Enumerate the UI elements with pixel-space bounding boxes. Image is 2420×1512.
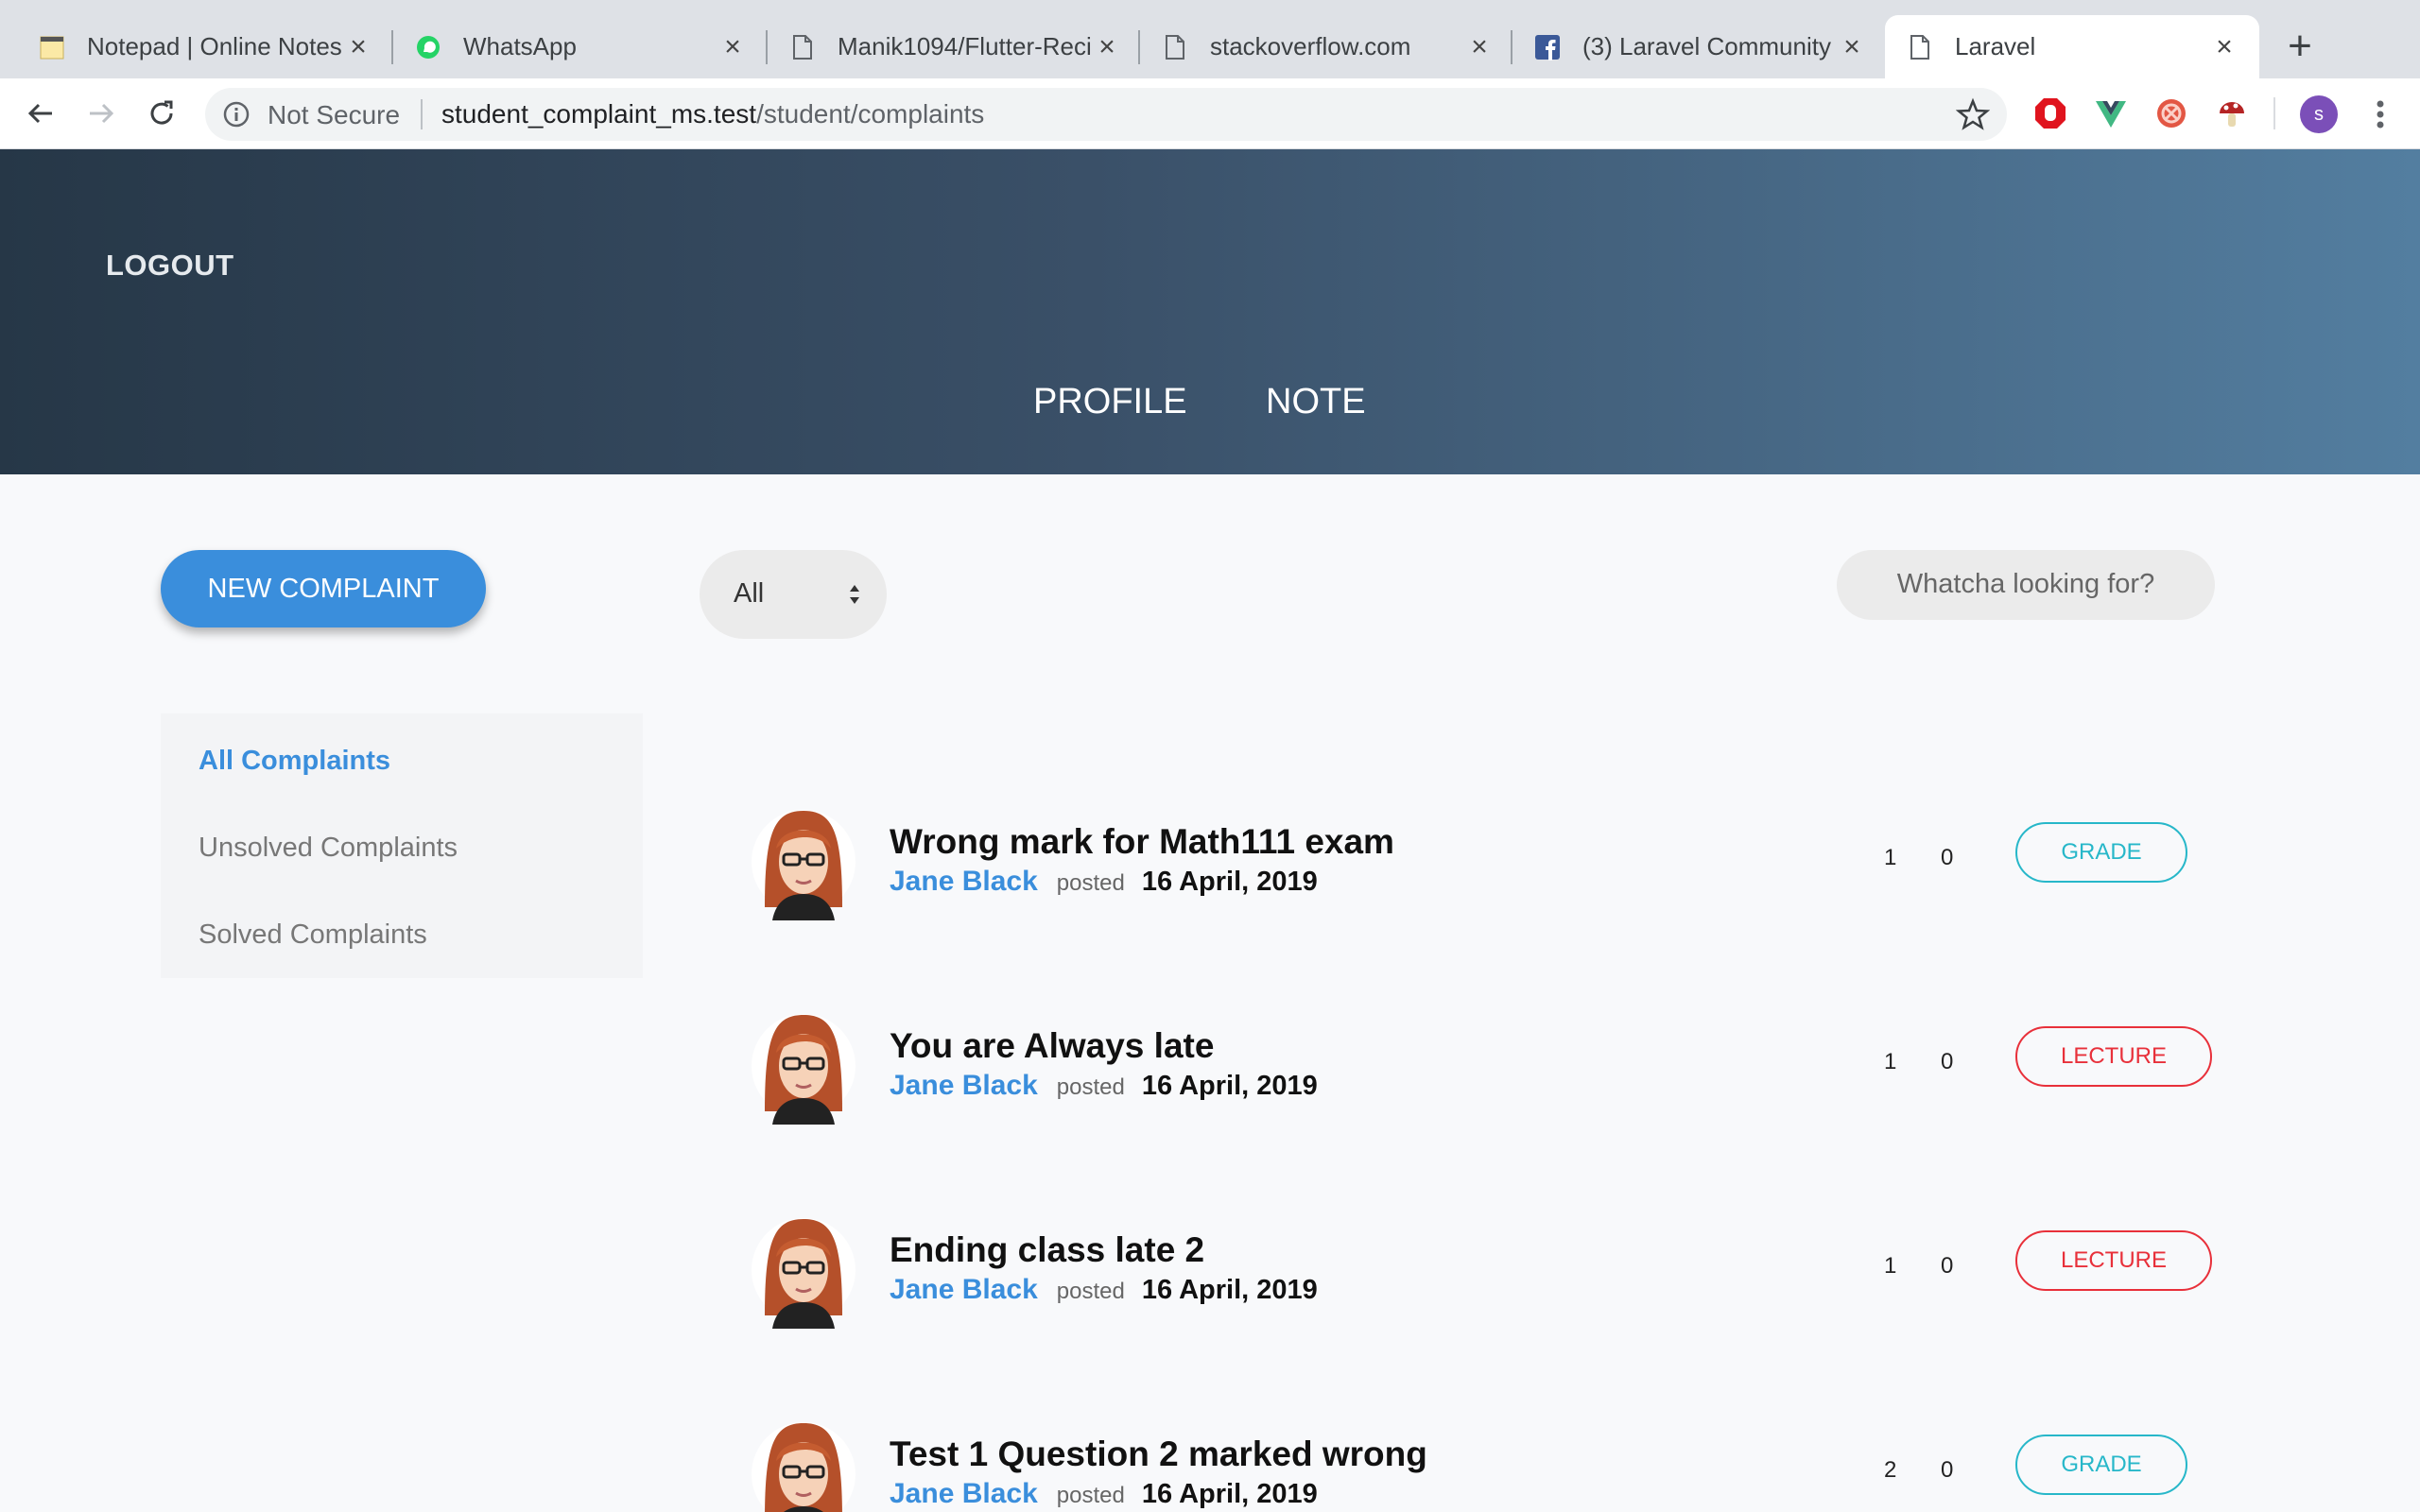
site-header: LOGOUT PROFILE NOTE bbox=[0, 149, 2420, 474]
category-badge[interactable]: LECTURE bbox=[2015, 1230, 2212, 1291]
search-placeholder: Whatcha looking for? bbox=[1896, 569, 2155, 599]
close-icon[interactable]: × bbox=[344, 31, 372, 63]
category-badge[interactable]: LECTURE bbox=[2015, 1026, 2212, 1087]
extension-icon[interactable] bbox=[2154, 96, 2188, 130]
tab-laravel[interactable]: Laravel × bbox=[1885, 15, 2259, 78]
posted-label: posted bbox=[1056, 870, 1125, 896]
complaint-title[interactable]: Ending class late 2 bbox=[890, 1230, 1204, 1270]
tab-title: Notepad | Online Notes bbox=[87, 32, 342, 60]
tab-notepad[interactable]: Notepad | Online Notes × bbox=[17, 15, 393, 78]
posted-date: 16 April, 2019 bbox=[1141, 1479, 1318, 1509]
page-icon bbox=[1161, 33, 1189, 61]
sidebar-item-solved-complaints[interactable]: Solved Complaints bbox=[199, 919, 427, 951]
author-name[interactable]: Jane Black bbox=[890, 1070, 1038, 1101]
tab-title: Laravel bbox=[1955, 32, 2036, 60]
tab-laravel-community[interactable]: (3) Laravel Community × bbox=[1512, 15, 1887, 78]
avatar bbox=[752, 810, 856, 920]
browser-tab-strip: Notepad | Online Notes × WhatsApp × Mani… bbox=[0, 0, 2420, 78]
complaint-row[interactable]: You are Always late Jane Black posted 16 A… bbox=[752, 1007, 2226, 1149]
complaint-row[interactable]: Wrong mark for Math111 exam Jane Black po… bbox=[752, 803, 2226, 945]
category-badge[interactable]: GRADE bbox=[2015, 1435, 2187, 1495]
logout-link[interactable]: LOGOUT bbox=[106, 249, 234, 283]
sidebar-item-all-complaints[interactable]: All Complaints bbox=[199, 746, 390, 777]
posted-label: posted bbox=[1056, 1279, 1125, 1304]
complaint-title[interactable]: Wrong mark for Math111 exam bbox=[890, 822, 1394, 862]
tab-whatsapp[interactable]: WhatsApp × bbox=[393, 15, 768, 78]
url-path: /student/complaints bbox=[756, 99, 985, 129]
facebook-icon bbox=[1533, 33, 1562, 61]
address-divider bbox=[421, 99, 423, 129]
filter-select[interactable]: All bbox=[700, 550, 887, 639]
info-icon[interactable] bbox=[222, 100, 251, 129]
back-arrow-icon[interactable] bbox=[19, 92, 62, 135]
author-name[interactable]: Jane Black bbox=[890, 866, 1038, 897]
search-input[interactable]: Whatcha looking for? bbox=[1837, 550, 2215, 620]
close-icon[interactable]: × bbox=[718, 31, 747, 63]
tab-title: WhatsApp bbox=[463, 32, 577, 60]
reload-icon[interactable] bbox=[140, 92, 183, 135]
adblock-icon[interactable] bbox=[2033, 96, 2067, 130]
avatar bbox=[752, 1422, 856, 1512]
page-icon bbox=[788, 33, 817, 61]
posted-date: 16 April, 2019 bbox=[1141, 1071, 1318, 1101]
author-name[interactable]: Jane Black bbox=[890, 1478, 1038, 1509]
tab-stackoverflow[interactable]: stackoverflow.com × bbox=[1140, 15, 1514, 78]
avatar bbox=[752, 1014, 856, 1125]
complaint-meta: Jane Black posted 16 April, 2019 bbox=[890, 1274, 1318, 1306]
url-text[interactable]: student_complaint_ms.test/student/compla… bbox=[441, 99, 984, 129]
vote-count: 1 bbox=[1884, 1049, 1897, 1074]
nav-profile-link[interactable]: PROFILE bbox=[1033, 382, 1187, 422]
bookmark-star-icon[interactable] bbox=[1956, 97, 1990, 131]
url-host: student_complaint_ms.test bbox=[441, 99, 757, 129]
new-tab-icon[interactable]: + bbox=[2281, 23, 2319, 70]
tab-github[interactable]: Manik1094/Flutter-Reci × bbox=[768, 15, 1142, 78]
close-icon[interactable]: × bbox=[2210, 31, 2238, 63]
comment-count: 0 bbox=[1941, 1457, 1954, 1483]
tab-title: (3) Laravel Community bbox=[1582, 32, 1831, 60]
close-icon[interactable]: × bbox=[1093, 31, 1121, 63]
comment-count: 0 bbox=[1941, 1253, 1954, 1279]
comment-count: 0 bbox=[1941, 1049, 1954, 1074]
complaint-row[interactable]: Ending class late 2 Jane Black posted 16 A… bbox=[752, 1211, 2226, 1353]
notepad-icon bbox=[38, 33, 66, 61]
browser-menu-icon[interactable] bbox=[2368, 95, 2393, 133]
complaint-row[interactable]: Test 1 Question 2 marked wrong Jane Blac… bbox=[752, 1416, 2226, 1512]
vote-count: 1 bbox=[1884, 845, 1897, 870]
author-name[interactable]: Jane Black bbox=[890, 1274, 1038, 1305]
tab-title: Manik1094/Flutter-Reci bbox=[838, 32, 1092, 60]
vue-devtools-icon[interactable] bbox=[2094, 96, 2128, 130]
security-label: Not Secure bbox=[268, 100, 401, 129]
address-bar[interactable]: Not Secure student_complaint_ms.test/stu… bbox=[205, 88, 2007, 141]
complaint-meta: Jane Black posted 16 April, 2019 bbox=[890, 1070, 1318, 1102]
posted-label: posted bbox=[1056, 1483, 1125, 1508]
select-arrows-icon bbox=[850, 585, 859, 604]
forward-arrow-icon[interactable] bbox=[79, 92, 123, 135]
vote-count: 1 bbox=[1884, 1253, 1897, 1279]
sidebar-item-unsolved-complaints[interactable]: Unsolved Complaints bbox=[199, 833, 458, 864]
page-icon bbox=[1906, 33, 1934, 61]
new-complaint-button[interactable]: NEW COMPLAINT bbox=[161, 550, 486, 627]
close-icon[interactable]: × bbox=[1465, 31, 1494, 63]
close-icon[interactable]: × bbox=[1838, 31, 1866, 63]
filter-selected-value: All bbox=[734, 578, 765, 609]
complaint-title[interactable]: You are Always late bbox=[890, 1026, 1214, 1066]
category-badge[interactable]: GRADE bbox=[2015, 822, 2187, 883]
complaint-title[interactable]: Test 1 Question 2 marked wrong bbox=[890, 1435, 1427, 1474]
posted-date: 16 April, 2019 bbox=[1141, 1275, 1318, 1305]
posted-label: posted bbox=[1056, 1074, 1125, 1100]
comment-count: 0 bbox=[1941, 845, 1954, 870]
complaint-meta: Jane Black posted 16 April, 2019 bbox=[890, 1478, 1318, 1510]
toolbar-separator bbox=[2273, 97, 2275, 129]
posted-date: 16 April, 2019 bbox=[1141, 867, 1318, 897]
avatar bbox=[752, 1218, 856, 1329]
complaint-meta: Jane Black posted 16 April, 2019 bbox=[890, 866, 1318, 898]
mushroom-extension-icon[interactable] bbox=[2215, 96, 2249, 130]
profile-avatar[interactable]: s bbox=[2300, 95, 2338, 133]
complaints-sidebar: All Complaints Unsolved Complaints Solve… bbox=[161, 713, 643, 978]
tab-title: stackoverflow.com bbox=[1210, 32, 1411, 60]
vote-count: 2 bbox=[1884, 1457, 1897, 1483]
whatsapp-icon bbox=[414, 33, 442, 61]
nav-note-link[interactable]: NOTE bbox=[1266, 382, 1366, 422]
